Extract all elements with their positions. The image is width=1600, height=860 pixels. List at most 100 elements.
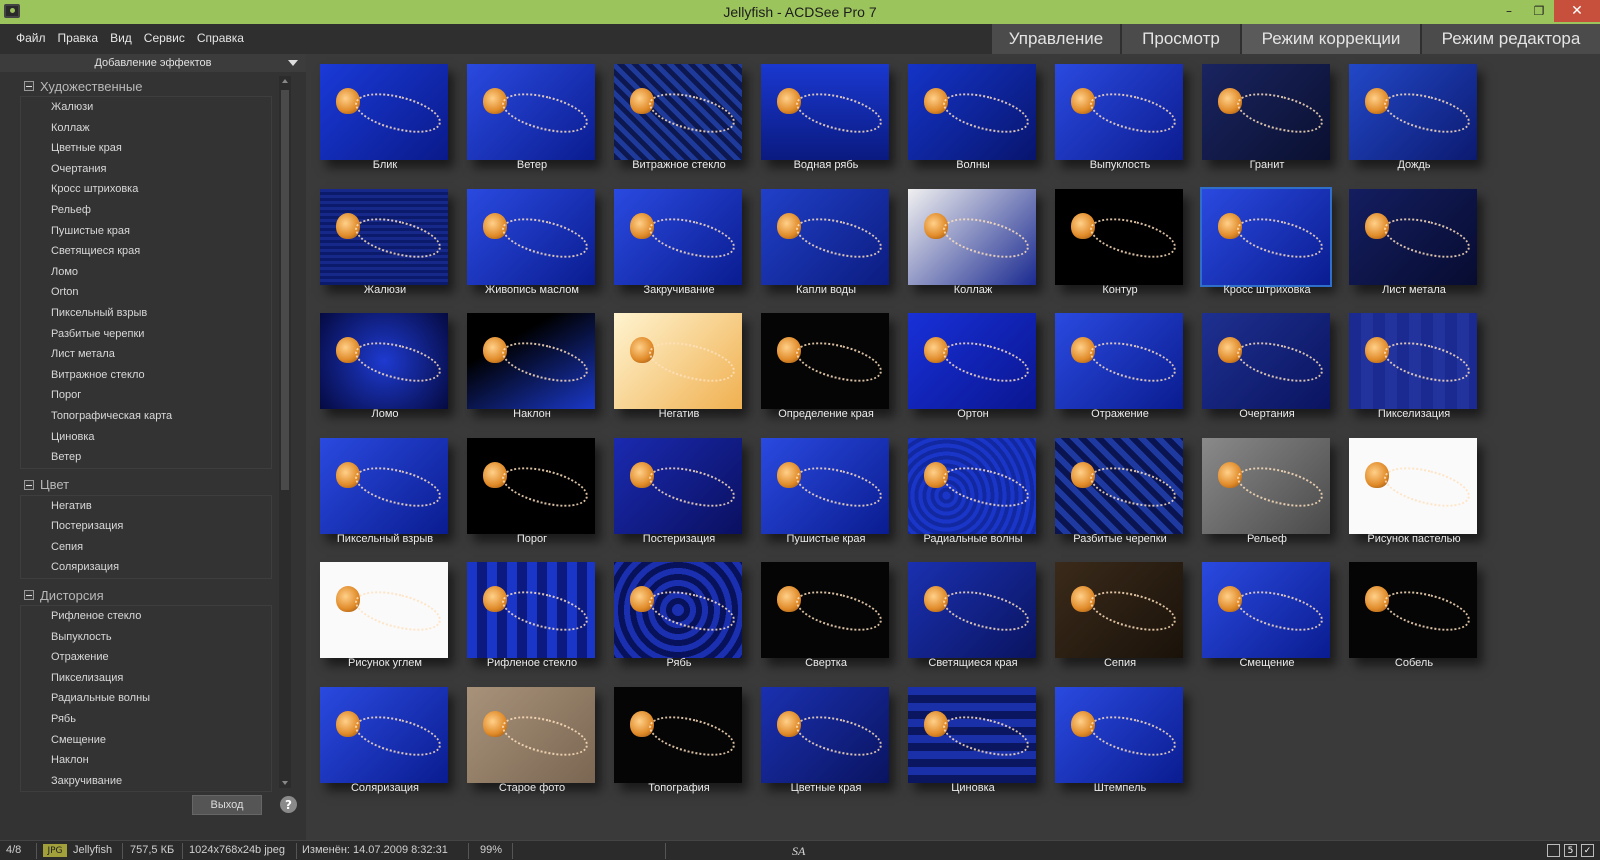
effect-preview-image[interactable] (1055, 313, 1183, 409)
effect-thumbnail[interactable]: Порог (461, 432, 603, 556)
tree-item[interactable]: Кросс штриховка (21, 179, 271, 200)
tab-view[interactable]: Просмотр (1120, 24, 1240, 54)
effect-preview-image[interactable] (320, 313, 448, 409)
effect-preview-image[interactable] (1055, 562, 1183, 658)
effect-preview-image[interactable] (614, 313, 742, 409)
collapse-icon[interactable] (24, 81, 34, 91)
scroll-down-icon[interactable] (282, 781, 288, 785)
tree-item[interactable]: Наклон (21, 750, 271, 771)
tree-item[interactable]: Ломо (21, 262, 271, 283)
effect-preview-image[interactable] (908, 562, 1036, 658)
effect-preview-image[interactable] (761, 562, 889, 658)
effect-thumbnail[interactable]: Рифленое стекло (461, 556, 603, 680)
effect-preview-image[interactable] (908, 437, 1036, 534)
effect-thumbnail[interactable]: Циновка (902, 681, 1044, 805)
tab-manage[interactable]: Управление (990, 24, 1120, 54)
check-icon[interactable]: ✓ (1581, 844, 1594, 857)
effect-preview-image[interactable] (320, 437, 448, 534)
tab-develop[interactable]: Режим коррекции (1240, 24, 1420, 54)
effect-preview-image[interactable] (1200, 186, 1332, 287)
menu-view[interactable]: Вид (104, 31, 138, 45)
effect-thumbnail[interactable]: Негатив (608, 307, 750, 431)
effect-preview-image[interactable] (467, 64, 595, 160)
effect-thumbnail[interactable]: Отражение (1049, 307, 1191, 431)
effect-thumbnail[interactable]: Постеризация (608, 432, 750, 556)
effect-thumbnail[interactable]: Определение края (755, 307, 897, 431)
effect-thumbnail[interactable]: Смещение (1196, 556, 1338, 680)
tree-group-header[interactable]: Художественные (20, 76, 272, 96)
effect-thumbnail[interactable]: Цветные края (755, 681, 897, 805)
effect-preview-image[interactable] (1202, 562, 1330, 658)
tree-item[interactable]: Пушистые края (21, 221, 271, 242)
effect-preview-image[interactable] (908, 313, 1036, 409)
effect-preview-image[interactable] (614, 562, 742, 658)
effect-thumbnail[interactable]: Кросс штриховка (1196, 183, 1338, 307)
tree-group-header[interactable]: Дисторсия (20, 585, 272, 605)
tree-item[interactable]: Коллаж (21, 118, 271, 139)
effect-preview-image[interactable] (761, 313, 889, 409)
scrollbar-thumb[interactable] (281, 90, 289, 490)
panel-header[interactable]: Добавление эффектов (0, 54, 306, 72)
effect-preview-image[interactable] (761, 188, 889, 285)
layout-icon[interactable] (1547, 844, 1560, 857)
effect-preview-image[interactable] (1202, 437, 1330, 534)
tree-item[interactable]: Радиальные волны (21, 688, 271, 709)
effect-thumbnail[interactable]: Свертка (755, 556, 897, 680)
effect-thumbnail[interactable]: Капли воды (755, 183, 897, 307)
effect-preview-image[interactable] (908, 188, 1036, 285)
effect-thumbnail[interactable]: Пикселизация (1343, 307, 1485, 431)
tree-item[interactable]: Сепия (21, 537, 271, 558)
tree-item[interactable]: Постеризация (21, 516, 271, 537)
tree-item[interactable]: Разбитые черепки (21, 324, 271, 345)
tree-item[interactable]: Витражное стекло (21, 365, 271, 386)
effect-preview-image[interactable] (1202, 64, 1330, 160)
effect-preview-image[interactable] (320, 562, 448, 658)
effect-preview-image[interactable] (1349, 437, 1477, 534)
tree-item[interactable]: Светящиеся края (21, 241, 271, 262)
effect-preview-image[interactable] (614, 64, 742, 160)
collapse-icon[interactable] (24, 590, 34, 601)
maximize-button[interactable]: ❐ (1524, 0, 1554, 22)
tree-item[interactable]: Отражение (21, 647, 271, 668)
effect-thumbnail[interactable]: Водная рябь (755, 58, 897, 182)
effect-preview-image[interactable] (467, 686, 595, 783)
tree-item[interactable]: Порог (21, 385, 271, 406)
effect-thumbnail[interactable]: Витражное стекло (608, 58, 750, 182)
effect-thumbnail[interactable]: Рябь (608, 556, 750, 680)
effect-thumbnail[interactable]: Штемпель (1049, 681, 1191, 805)
effect-preview-image[interactable] (1055, 437, 1183, 534)
menu-file[interactable]: Файл (10, 31, 52, 45)
effect-preview-image[interactable] (761, 437, 889, 534)
effect-thumbnail[interactable]: Ортон (902, 307, 1044, 431)
effect-thumbnail[interactable]: Рисунок углем (314, 556, 456, 680)
effect-preview-image[interactable] (1349, 64, 1477, 160)
menu-help[interactable]: Справка (191, 31, 250, 45)
effect-preview-image[interactable] (320, 686, 448, 783)
effect-preview-image[interactable] (1055, 686, 1183, 783)
effect-thumbnail[interactable]: Сепия (1049, 556, 1191, 680)
dropdown-arrow-icon[interactable] (288, 60, 298, 66)
effect-thumbnail[interactable]: Пушистые края (755, 432, 897, 556)
collapse-icon[interactable] (24, 479, 34, 490)
tree-item[interactable]: Лист метала (21, 344, 271, 365)
effect-preview-image[interactable] (320, 64, 448, 160)
effect-thumbnail[interactable]: Ветер (461, 58, 603, 182)
effect-preview-image[interactable] (1349, 562, 1477, 658)
exit-button[interactable]: Выход (192, 795, 262, 815)
effect-thumbnail[interactable]: Живопись маслом (461, 183, 603, 307)
effect-thumbnail[interactable]: Лист метала (1343, 183, 1485, 307)
scroll-up-icon[interactable] (282, 79, 288, 83)
effect-thumbnail[interactable]: Наклон (461, 307, 603, 431)
effect-preview-image[interactable] (614, 188, 742, 285)
effect-thumbnail[interactable]: Дождь (1343, 58, 1485, 182)
effect-preview-image[interactable] (761, 686, 889, 783)
effect-thumbnail[interactable]: Соляризация (314, 681, 456, 805)
tree-item[interactable]: Рифленое стекло (21, 606, 271, 627)
effect-thumbnail[interactable]: Волны (902, 58, 1044, 182)
effect-thumbnail[interactable]: Жалюзи (314, 183, 456, 307)
effect-preview-image[interactable] (467, 437, 595, 534)
tree-item[interactable]: Выпуклость (21, 627, 271, 648)
effect-preview-image[interactable] (320, 188, 448, 285)
tree-item[interactable]: Рябь (21, 709, 271, 730)
effect-preview-image[interactable] (467, 562, 595, 658)
